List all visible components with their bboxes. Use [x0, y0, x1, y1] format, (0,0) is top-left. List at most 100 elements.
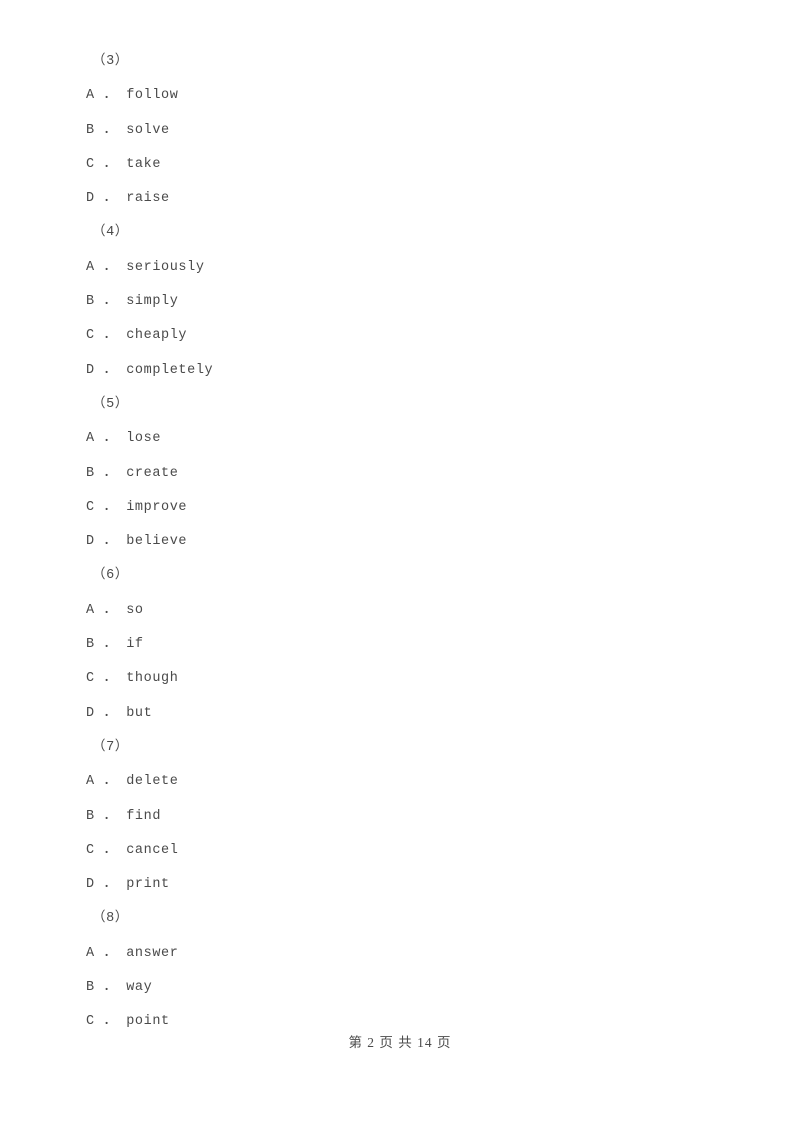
- question-number: （7）: [92, 739, 129, 755]
- answer-option[interactable]: A ． follow: [86, 79, 726, 113]
- option-gap: [118, 603, 127, 618]
- option-text: point: [126, 1014, 170, 1030]
- option-text: print: [126, 877, 170, 893]
- answer-option[interactable]: C ． take: [86, 148, 726, 182]
- option-separator: ．: [94, 705, 118, 721]
- option-letter: D: [86, 877, 95, 893]
- answer-option[interactable]: B ． create: [86, 457, 726, 491]
- option-letter: C: [86, 842, 95, 858]
- option-letter: C: [86, 499, 95, 515]
- answer-option[interactable]: A ． delete: [86, 765, 726, 799]
- option-gap: [118, 466, 127, 481]
- option-letter: C: [86, 328, 95, 344]
- answer-option[interactable]: B ． if: [86, 628, 726, 662]
- answer-option[interactable]: D ． print: [86, 868, 726, 902]
- question-block: （5） A ． lose B ． create C ． improve D ． beli…: [86, 388, 726, 559]
- option-letter: B: [86, 808, 95, 824]
- option-gap: [118, 843, 127, 858]
- answer-option[interactable]: A ． seriously: [86, 251, 726, 285]
- option-text: follow: [126, 88, 179, 104]
- option-gap: [118, 671, 127, 686]
- option-gap: [118, 500, 127, 515]
- option-gap: [118, 534, 127, 549]
- option-text: lose: [126, 431, 162, 447]
- question-block: （3） A ． follow B ． solve C ． take D ． raise: [86, 45, 726, 216]
- option-letter: D: [86, 534, 95, 550]
- option-text: cheaply: [126, 328, 188, 344]
- option-separator: ．: [94, 431, 118, 447]
- option-separator: ．: [94, 499, 118, 515]
- page-footer: 第 2 页 共 14 页: [348, 1035, 452, 1050]
- question-number: （6）: [92, 568, 129, 584]
- option-letter: B: [86, 980, 95, 996]
- answer-option[interactable]: B ． simply: [86, 285, 726, 319]
- question-block: （6） A ． so B ． if C ． though D ． but: [86, 559, 726, 730]
- option-separator: ．: [94, 774, 118, 790]
- option-letter: D: [86, 191, 95, 207]
- option-letter: A: [86, 88, 95, 104]
- option-separator: ．: [94, 842, 118, 858]
- option-separator: ．: [94, 808, 118, 824]
- option-text: seriously: [126, 259, 205, 275]
- answer-option[interactable]: C ． improve: [86, 491, 726, 525]
- option-letter: B: [86, 122, 95, 138]
- option-separator: ．: [94, 877, 118, 893]
- option-separator: ．: [94, 156, 118, 172]
- option-letter: D: [86, 362, 95, 378]
- option-text: delete: [126, 774, 179, 790]
- question-block: （4） A ． seriously B ． simply C ． cheaply D ．…: [86, 216, 726, 387]
- option-text: find: [126, 808, 162, 824]
- option-letter: C: [86, 156, 95, 172]
- answer-option[interactable]: B ． way: [86, 971, 726, 1005]
- option-gap: [118, 774, 127, 789]
- option-gap: [118, 809, 127, 824]
- document-page: （3） A ． follow B ． solve C ． take D ． raise （…: [0, 0, 800, 1132]
- option-gap: [118, 363, 127, 378]
- option-separator: ．: [94, 945, 118, 961]
- option-text: if: [126, 637, 144, 653]
- option-letter: D: [86, 705, 95, 721]
- option-letter: A: [86, 774, 95, 790]
- option-letter: A: [86, 945, 95, 961]
- option-gap: [118, 1014, 127, 1029]
- option-gap: [118, 88, 127, 103]
- answer-option[interactable]: D ． raise: [86, 182, 726, 216]
- option-letter: B: [86, 294, 95, 310]
- answer-option[interactable]: B ． find: [86, 800, 726, 834]
- option-gap: [118, 157, 127, 172]
- question-block: （7） A ． delete B ． find C ． cancel D ． print: [86, 731, 726, 902]
- option-letter: B: [86, 637, 95, 653]
- option-gap: [118, 123, 127, 138]
- option-letter: B: [86, 465, 95, 481]
- option-gap: [118, 260, 127, 275]
- answer-option[interactable]: D ． but: [86, 697, 726, 731]
- answer-option[interactable]: C ． cheaply: [86, 319, 726, 353]
- option-text: solve: [126, 122, 170, 138]
- option-letter: C: [86, 671, 95, 687]
- option-separator: ．: [94, 534, 118, 550]
- option-separator: ．: [94, 1014, 118, 1030]
- option-separator: ．: [94, 191, 118, 207]
- answer-option[interactable]: A ． lose: [86, 422, 726, 456]
- option-gap: [118, 946, 127, 961]
- option-separator: ．: [94, 122, 118, 138]
- option-text: create: [126, 465, 179, 481]
- option-text: cancel: [126, 842, 179, 858]
- answer-option[interactable]: C ． though: [86, 662, 726, 696]
- option-separator: ．: [94, 671, 118, 687]
- answer-option[interactable]: B ． solve: [86, 114, 726, 148]
- answer-option[interactable]: D ． believe: [86, 525, 726, 559]
- option-separator: ．: [94, 602, 118, 618]
- option-gap: [118, 328, 127, 343]
- answer-option[interactable]: C ． cancel: [86, 834, 726, 868]
- option-separator: ．: [94, 465, 118, 481]
- option-text: completely: [126, 362, 214, 378]
- option-letter: A: [86, 431, 95, 447]
- option-text: take: [126, 156, 162, 172]
- answer-option[interactable]: D ． completely: [86, 354, 726, 388]
- option-separator: ．: [94, 88, 118, 104]
- answer-option[interactable]: A ． so: [86, 594, 726, 628]
- answer-option[interactable]: A ． answer: [86, 937, 726, 971]
- option-separator: ．: [94, 637, 118, 653]
- question-block: （8） A ． answer B ． way C ． point: [86, 902, 726, 1039]
